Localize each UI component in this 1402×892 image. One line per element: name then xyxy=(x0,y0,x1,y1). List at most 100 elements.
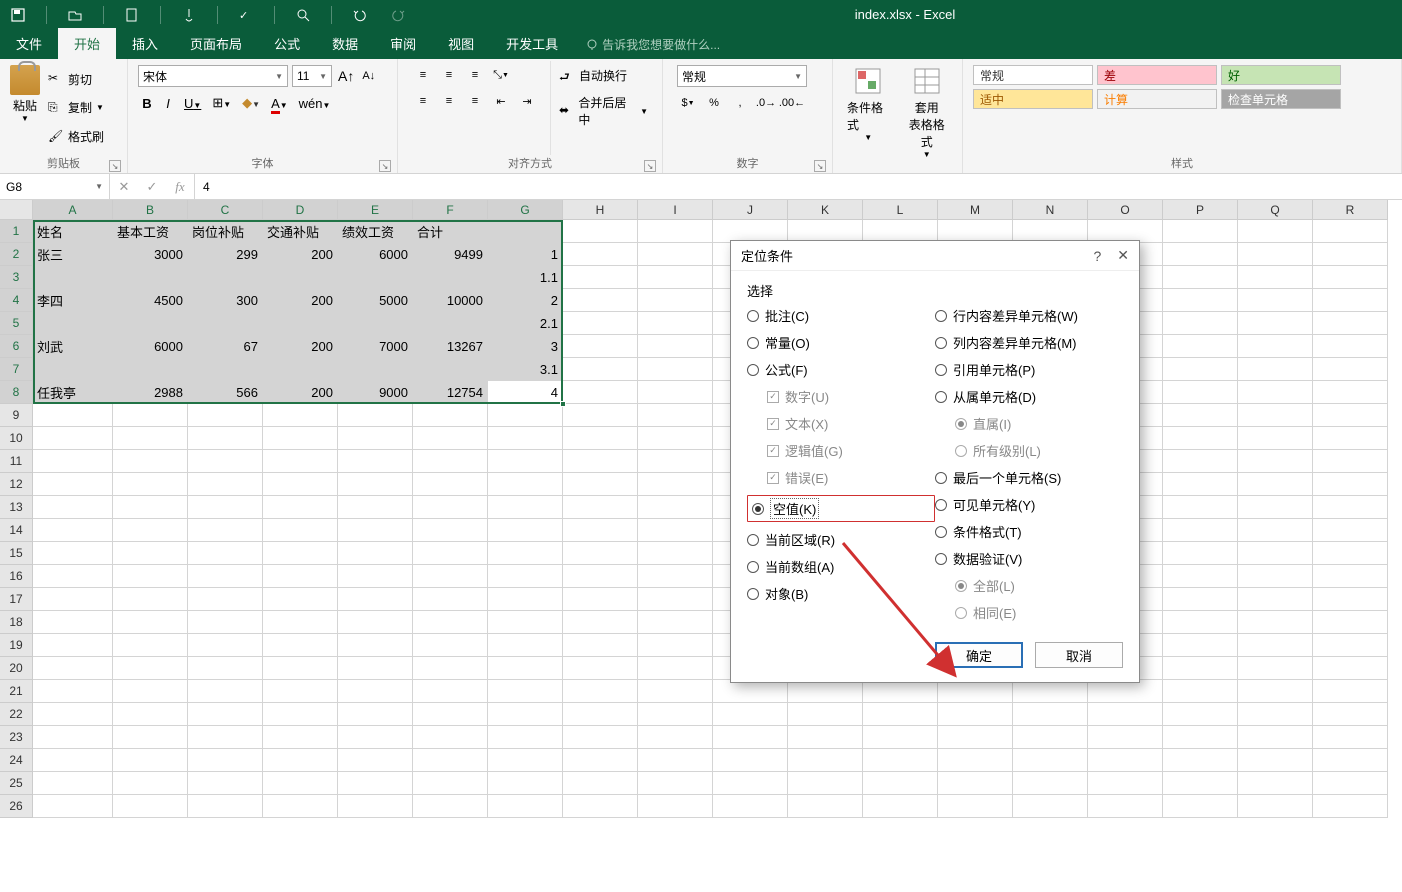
cell-Q14[interactable] xyxy=(1238,519,1313,542)
cell-A21[interactable] xyxy=(33,680,113,703)
row-header-14[interactable]: 14 xyxy=(0,519,33,542)
cell-G24[interactable] xyxy=(488,749,563,772)
cell-I7[interactable] xyxy=(638,358,713,381)
cell-O25[interactable] xyxy=(1088,772,1163,795)
cell-C3[interactable] xyxy=(188,266,263,289)
cell-H25[interactable] xyxy=(563,772,638,795)
cell-K24[interactable] xyxy=(788,749,863,772)
increase-indent-icon[interactable]: ⇥ xyxy=(516,91,538,111)
cell-F16[interactable] xyxy=(413,565,488,588)
cell-R24[interactable] xyxy=(1313,749,1388,772)
cell-F10[interactable] xyxy=(413,427,488,450)
cell-C2[interactable]: 299 xyxy=(188,243,263,266)
cell-Q25[interactable] xyxy=(1238,772,1313,795)
cell-R23[interactable] xyxy=(1313,726,1388,749)
cell-R12[interactable] xyxy=(1313,473,1388,496)
cell-G1[interactable] xyxy=(488,220,563,243)
font-size-combo[interactable]: 11▼ xyxy=(292,65,332,87)
increase-decimal-icon[interactable]: .0→ xyxy=(755,93,777,113)
cell-P1[interactable] xyxy=(1163,220,1238,243)
fx-icon[interactable]: fx xyxy=(166,179,194,195)
style-check[interactable]: 检查单元格 xyxy=(1221,89,1341,109)
cell-G20[interactable] xyxy=(488,657,563,680)
cell-G11[interactable] xyxy=(488,450,563,473)
cell-R22[interactable] xyxy=(1313,703,1388,726)
cell-C22[interactable] xyxy=(188,703,263,726)
cell-E14[interactable] xyxy=(338,519,413,542)
radio-constants[interactable]: 常量(O) xyxy=(747,333,935,352)
style-normal[interactable]: 常规 xyxy=(973,65,1093,85)
radio-row-diff[interactable]: 行内容差异单元格(W) xyxy=(935,306,1123,325)
cell-E24[interactable] xyxy=(338,749,413,772)
row-header-25[interactable]: 25 xyxy=(0,772,33,795)
cell-P25[interactable] xyxy=(1163,772,1238,795)
row-header-24[interactable]: 24 xyxy=(0,749,33,772)
cell-E18[interactable] xyxy=(338,611,413,634)
cell-H4[interactable] xyxy=(563,289,638,312)
cell-D2[interactable]: 200 xyxy=(263,243,338,266)
new-icon[interactable] xyxy=(122,5,142,25)
row-header-5[interactable]: 5 xyxy=(0,312,33,335)
align-middle-icon[interactable]: ≡ xyxy=(438,65,460,85)
col-header-P[interactable]: P xyxy=(1163,200,1238,220)
cell-C4[interactable]: 300 xyxy=(188,289,263,312)
cell-D3[interactable] xyxy=(263,266,338,289)
cell-I26[interactable] xyxy=(638,795,713,818)
cell-B8[interactable]: 2988 xyxy=(113,381,188,404)
cell-I16[interactable] xyxy=(638,565,713,588)
style-good[interactable]: 好 xyxy=(1221,65,1341,85)
cell-R14[interactable] xyxy=(1313,519,1388,542)
cell-E1[interactable]: 绩效工资 xyxy=(338,220,413,243)
cell-C19[interactable] xyxy=(188,634,263,657)
cell-R25[interactable] xyxy=(1313,772,1388,795)
cell-A26[interactable] xyxy=(33,795,113,818)
cell-O21[interactable] xyxy=(1088,680,1163,703)
col-header-J[interactable]: J xyxy=(713,200,788,220)
cell-P17[interactable] xyxy=(1163,588,1238,611)
cell-I25[interactable] xyxy=(638,772,713,795)
cell-E13[interactable] xyxy=(338,496,413,519)
cell-E23[interactable] xyxy=(338,726,413,749)
tab-developer[interactable]: 开发工具 xyxy=(490,28,574,59)
radio-formulas[interactable]: 公式(F) xyxy=(747,360,935,379)
enter-formula-icon[interactable]: ✓ xyxy=(138,179,166,195)
cell-Q26[interactable] xyxy=(1238,795,1313,818)
radio-col-diff[interactable]: 列内容差异单元格(M) xyxy=(935,333,1123,352)
cell-D13[interactable] xyxy=(263,496,338,519)
row-header-15[interactable]: 15 xyxy=(0,542,33,565)
cell-E6[interactable]: 7000 xyxy=(338,335,413,358)
copy-button[interactable]: ⎘复制▼ xyxy=(46,98,106,117)
cell-L24[interactable] xyxy=(863,749,938,772)
cell-R3[interactable] xyxy=(1313,266,1388,289)
cell-P14[interactable] xyxy=(1163,519,1238,542)
ok-button[interactable]: 确定 xyxy=(935,642,1023,668)
cell-C23[interactable] xyxy=(188,726,263,749)
tab-data[interactable]: 数据 xyxy=(316,28,374,59)
cell-I21[interactable] xyxy=(638,680,713,703)
col-header-O[interactable]: O xyxy=(1088,200,1163,220)
row-header-9[interactable]: 9 xyxy=(0,404,33,427)
cell-G9[interactable] xyxy=(488,404,563,427)
cell-P15[interactable] xyxy=(1163,542,1238,565)
wrap-text-button[interactable]: ⮐自动换行 xyxy=(557,65,650,86)
cell-A8[interactable]: 任我亭 xyxy=(33,381,113,404)
cell-C17[interactable] xyxy=(188,588,263,611)
cell-P6[interactable] xyxy=(1163,335,1238,358)
cell-E4[interactable]: 5000 xyxy=(338,289,413,312)
cell-D21[interactable] xyxy=(263,680,338,703)
cell-E9[interactable] xyxy=(338,404,413,427)
cell-A16[interactable] xyxy=(33,565,113,588)
cell-I13[interactable] xyxy=(638,496,713,519)
cell-F15[interactable] xyxy=(413,542,488,565)
cell-I12[interactable] xyxy=(638,473,713,496)
cell-P8[interactable] xyxy=(1163,381,1238,404)
cell-B16[interactable] xyxy=(113,565,188,588)
radio-comments[interactable]: 批注(C) xyxy=(747,306,935,325)
font-color-button[interactable]: A▼ xyxy=(267,94,292,113)
cell-C16[interactable] xyxy=(188,565,263,588)
cell-A4[interactable]: 李四 xyxy=(33,289,113,312)
cell-F22[interactable] xyxy=(413,703,488,726)
orientation-icon[interactable]: ⤡▼ xyxy=(490,65,512,85)
cell-J26[interactable] xyxy=(713,795,788,818)
cell-I20[interactable] xyxy=(638,657,713,680)
